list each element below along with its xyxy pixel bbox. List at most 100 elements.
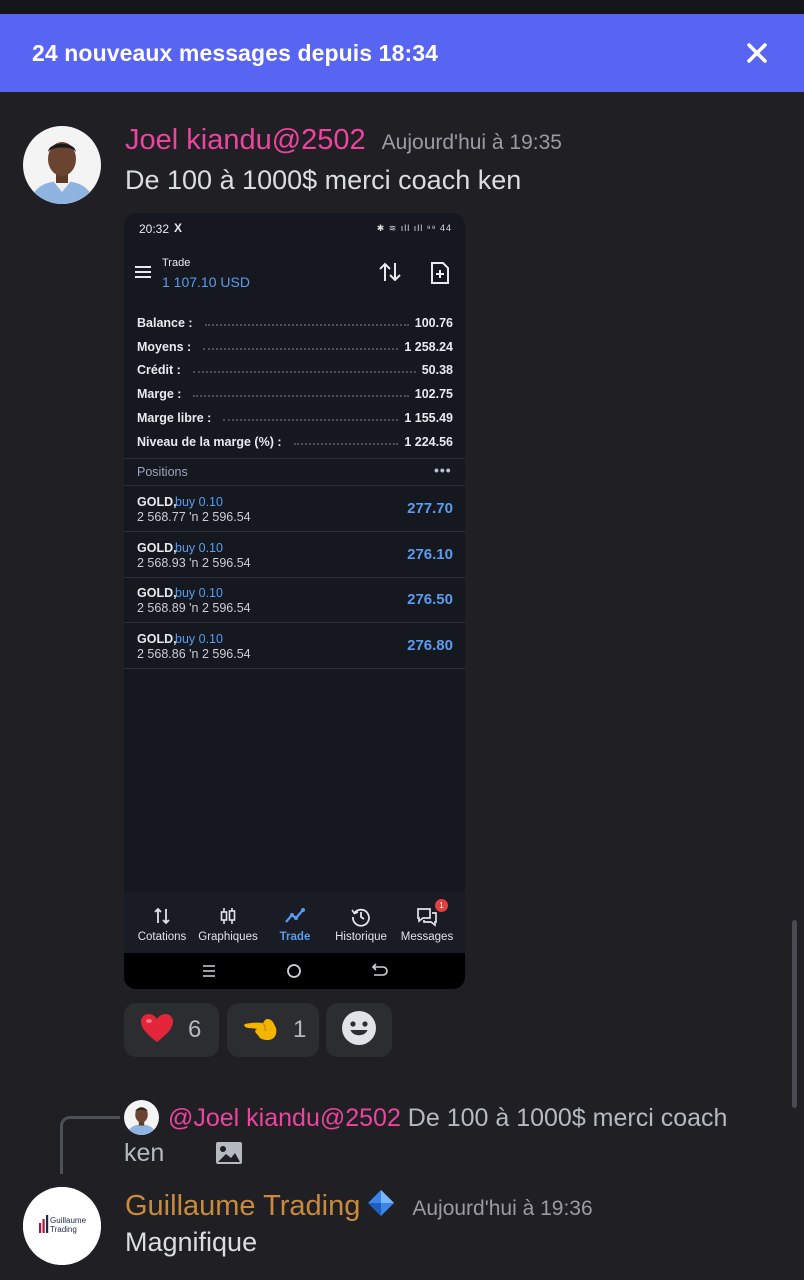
account-summary: Balance : 100.76 Moyens : 1 258.24 Crédit … [137,311,453,454]
position-profit: 277.70 [407,500,453,517]
reaction-heart[interactable]: 6 [124,1003,219,1057]
position-symbol: GOLD, [137,541,177,555]
nav-label: Graphiques [198,931,258,943]
reaction-count: 6 [188,1016,202,1043]
nav-label: Trade [279,931,311,943]
history-icon [328,907,394,927]
summary-row: Niveau de la marge (%) : 1 224.56 [137,430,453,454]
summary-row: Moyens : 1 258.24 [137,335,453,359]
reaction-pointing[interactable]: 1 [227,1003,319,1057]
position-profit: 276.80 [407,637,453,654]
position-prices: 2 568.89 'n 2 596.54 [137,601,251,615]
positions-header: Positions [137,465,188,479]
new-order-icon [430,262,450,289]
more-icon: ••• [434,462,452,478]
summary-label: Marge : [137,387,182,402]
message-header: Joel kiandu@2502 Aujourd'hui à 19:35 [125,124,562,157]
trade-title: Trade [162,257,191,269]
summary-value: 1 155.49 [404,411,453,426]
new-messages-banner[interactable]: 24 nouveaux messages depuis 18:34 [0,14,804,92]
nav-trade: Trade [262,891,328,953]
unread-badge: 1 [435,899,448,912]
summary-row: Marge : 102.75 [137,382,453,406]
message-text: Magnifique [125,1227,258,1257]
trend-line-icon [262,907,328,925]
nav-messages: 1 Messages [394,891,460,953]
top-strip [0,0,804,14]
summary-row: Crédit : 50.38 [137,359,453,383]
summary-row: Balance : 100.76 [137,311,453,335]
summary-label: Moyens : [137,339,192,354]
phone-bottom-nav: Cotations Graphiques Trade Historique 1 … [124,891,465,953]
avatar[interactable]: Guillaume Trading [23,1187,101,1265]
android-nav-bar [124,953,465,989]
summary-value: 1 224.56 [404,434,453,449]
summary-value: 50.38 [421,363,453,378]
summary-label: Marge libre : [137,411,212,426]
x-app-icon: X [174,221,183,235]
nav-historique: Historique [328,891,394,953]
username[interactable]: Guillaume Trading [125,1190,360,1223]
add-reaction-button[interactable] [326,1003,392,1057]
summary-label: Balance : [137,315,193,330]
phone-status-bar: 20:32 X ✱ ≋ ıll ıll ⁹⁹ 44 [124,213,465,247]
position-profit: 276.50 [407,591,453,608]
status-icons: ✱ ≋ ıll ıll ⁹⁹ 44 [376,223,452,233]
message-header: Guillaume Trading Aujourd'hui à 19:36 [125,1185,593,1223]
position-side: buy 0.10 [175,541,223,555]
nav-label: Messages [400,931,454,943]
reaction-count: 1 [293,1016,307,1043]
position-row: GOLD, buy 0.10 2 568.86 'n 2 596.54 276.… [124,623,465,668]
nav-cotations: Cotations [129,891,195,953]
menu-icon [134,265,152,284]
reply-mention[interactable]: @Joel kiandu@2502 [168,1104,401,1132]
summary-label: Niveau de la marge (%) : [137,434,282,449]
position-symbol: GOLD, [137,586,177,600]
verified-diamond-icon [366,1188,396,1223]
image-attachment[interactable]: 20:32 X ✱ ≋ ıll ıll ⁹⁹ 44 Trade 1 107.10… [124,213,465,989]
logo-line-1: Guillaume [50,1216,87,1225]
timestamp: Aujourd'hui à 19:36 [412,1197,593,1220]
username[interactable]: Joel kiandu@2502 [125,124,366,157]
position-row: GOLD, buy 0.10 2 568.93 'n 2 596.54 276.… [124,532,465,577]
arrows-updown-icon [129,907,195,925]
emoji-add-icon [341,1010,377,1051]
heart-icon [140,1013,174,1048]
position-row: GOLD, buy 0.10 2 568.89 'n 2 596.54 276.… [124,577,465,622]
position-profit: 276.10 [407,546,453,563]
divider [124,668,465,669]
avatar[interactable] [23,126,101,204]
position-prices: 2 568.86 'n 2 596.54 [137,647,251,661]
summary-row: Marge libre : 1 155.49 [137,406,453,430]
scrollbar[interactable] [792,920,797,1108]
sort-icon [378,261,402,288]
chat-icon [394,907,460,927]
position-side: buy 0.10 [175,586,223,600]
summary-label: Crédit : [137,363,181,378]
nav-graphiques: Graphiques [195,891,261,953]
guillaume-trading-logo: Guillaume Trading [23,1187,101,1265]
candlestick-icon [195,907,261,925]
position-symbol: GOLD, [137,632,177,646]
position-prices: 2 568.77 'n 2 596.54 [137,510,251,524]
position-row: GOLD, buy 0.10 2 568.77 'n 2 596.54 277.… [124,486,465,531]
account-amount: 1 107.10 USD [162,274,250,290]
position-side: buy 0.10 [175,632,223,646]
summary-value: 100.76 [414,315,453,330]
timestamp: Aujourd'hui à 19:35 [381,131,562,154]
position-side: buy 0.10 [175,495,223,509]
nav-label: Cotations [137,931,187,943]
new-messages-text: 24 nouveaux messages depuis 18:34 [32,39,439,66]
message-text: De 100 à 1000$ merci coach ken [125,165,522,195]
summary-value: 102.75 [414,387,453,402]
close-icon[interactable] [742,38,772,68]
logo-line-2: Trading [50,1225,77,1234]
divider [124,458,465,459]
status-time: 20:32 [139,222,170,236]
image-icon [171,1140,243,1175]
reply-connector [60,1116,120,1174]
nav-label: Historique [335,931,387,943]
pointing-hand-icon [243,1014,279,1047]
position-symbol: GOLD, [137,495,177,509]
reply-preview[interactable]: @Joel kiandu@2502 De 100 à 1000$ merci c… [124,1101,774,1175]
